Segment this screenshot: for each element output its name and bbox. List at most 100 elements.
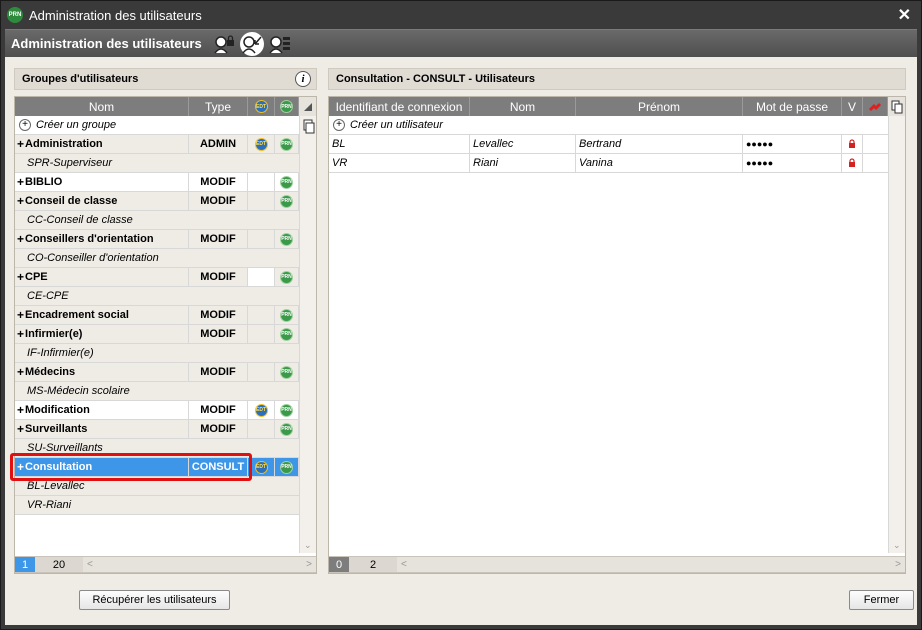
expand-plus-icon[interactable]: + [17, 270, 24, 284]
sort-corner[interactable] [299, 97, 316, 116]
expand-plus-icon[interactable]: + [17, 403, 24, 417]
user-identifiant: BL [329, 135, 470, 153]
app-logo-icon: PRN [7, 7, 23, 23]
lock-cell[interactable] [842, 154, 863, 172]
edt-cell[interactable] [248, 420, 275, 438]
users-copy-corner[interactable] [888, 97, 905, 116]
scroll-right-icon[interactable]: > [306, 559, 312, 570]
edt-cell[interactable] [248, 230, 275, 248]
users-page-current[interactable]: 0 [329, 557, 349, 572]
prn-cell[interactable]: PRN [275, 173, 299, 191]
group-row[interactable]: + Modification MODIF EDT PRN [15, 401, 299, 420]
scroll-right-icon[interactable]: > [895, 559, 901, 570]
user-lock-icon[interactable] [212, 32, 236, 56]
expand-plus-icon[interactable]: + [17, 137, 24, 151]
users-vertical-scrollbar[interactable]: ⌄ [888, 116, 905, 553]
user-row[interactable]: CO-Conseiller d'orientation [15, 249, 299, 268]
group-row[interactable]: + CPE MODIF PRN [15, 268, 299, 287]
groups-vertical-scrollbar[interactable]: ⌄ [299, 116, 316, 553]
col-header-v[interactable]: V [842, 97, 863, 116]
expand-plus-icon[interactable]: + [17, 365, 24, 379]
expand-plus-icon[interactable]: + [17, 422, 24, 436]
user-row[interactable]: BL Levallec Bertrand ●●●●● [329, 135, 888, 154]
prn-cell[interactable]: PRN [275, 325, 299, 343]
info-icon[interactable]: i [295, 71, 311, 87]
col-header-mot-de-passe[interactable]: Mot de passe [743, 97, 842, 116]
edt-cell[interactable] [248, 173, 275, 191]
close-icon[interactable]: ✕ [898, 5, 911, 25]
prn-cell[interactable]: PRN [275, 401, 299, 419]
user-transfer-icon[interactable] [239, 31, 264, 56]
prn-icon: PRN [280, 403, 293, 417]
group-row[interactable]: + Conseil de classe MODIF PRN [15, 192, 299, 211]
col-header-edt[interactable]: EDT [248, 97, 275, 116]
user-list-icon[interactable] [268, 32, 292, 56]
scroll-left-icon[interactable]: < [87, 559, 93, 570]
col-header-prenom[interactable]: Prénom [576, 97, 743, 116]
group-row[interactable]: + Encadrement social MODIF PRN [15, 306, 299, 325]
user-row[interactable]: VR-Riani [15, 496, 299, 515]
edt-cell[interactable]: EDT [248, 458, 275, 476]
groups-panel-title: Groupes d'utilisateurs [22, 73, 139, 85]
user-row[interactable]: CE-CPE [15, 287, 299, 306]
create-user-row[interactable]: + Créer un utilisateur [329, 116, 888, 135]
edt-cell[interactable] [248, 306, 275, 324]
add-circle-icon: + [333, 119, 345, 131]
scroll-left-icon[interactable]: < [401, 559, 407, 570]
add-circle-icon: + [19, 119, 31, 131]
prn-icon: PRN [280, 422, 293, 436]
edt-cell[interactable]: EDT [248, 401, 275, 419]
edt-cell[interactable]: EDT [248, 135, 275, 153]
prn-icon: PRN [280, 270, 293, 284]
expand-plus-icon[interactable]: + [17, 308, 24, 322]
recuperer-utilisateurs-button[interactable]: Récupérer les utilisateurs [79, 590, 230, 610]
users-pager: 0 2 < > [329, 556, 905, 573]
toolbar-title: Administration des utilisateurs [11, 36, 202, 51]
user-row[interactable]: SPR-Superviseur [15, 154, 299, 173]
group-name: Surveillants [25, 423, 88, 435]
prn-cell[interactable]: PRN [275, 458, 299, 476]
col-header-broken[interactable] [863, 97, 888, 116]
edt-cell[interactable] [248, 192, 275, 210]
scroll-down-icon[interactable]: ⌄ [893, 540, 901, 551]
prn-cell[interactable]: PRN [275, 420, 299, 438]
groups-page-total: 20 [35, 557, 83, 572]
col-header-nom[interactable]: Nom [15, 97, 189, 116]
group-row[interactable]: + BIBLIO MODIF PRN [15, 173, 299, 192]
lock-cell[interactable] [842, 135, 863, 153]
expand-plus-icon[interactable]: + [17, 194, 24, 208]
edt-cell[interactable] [248, 363, 275, 381]
edt-cell[interactable] [248, 325, 275, 343]
user-row[interactable]: MS-Médecin scolaire [15, 382, 299, 401]
prn-cell[interactable]: PRN [275, 135, 299, 153]
user-row[interactable]: IF-Infirmier(e) [15, 344, 299, 363]
col-header-identifiant[interactable]: Identifiant de connexion [329, 97, 470, 116]
prn-cell[interactable]: PRN [275, 306, 299, 324]
group-row[interactable]: + Médecins MODIF PRN [15, 363, 299, 382]
user-name: VR-Riani [15, 496, 299, 514]
create-group-row[interactable]: + Créer un groupe [15, 116, 299, 135]
prn-cell[interactable]: PRN [275, 268, 299, 286]
prn-cell[interactable]: PRN [275, 230, 299, 248]
group-row[interactable]: + Conseillers d'orientation MODIF PRN [15, 230, 299, 249]
expand-plus-icon[interactable]: + [17, 232, 24, 246]
scroll-down-icon[interactable]: ⌄ [304, 540, 312, 551]
group-name: Conseillers d'orientation [25, 233, 154, 245]
col-header-type[interactable]: Type [189, 97, 248, 116]
fermer-button[interactable]: Fermer [849, 590, 914, 610]
groups-page-current[interactable]: 1 [15, 557, 35, 572]
group-row[interactable]: + Surveillants MODIF PRN [15, 420, 299, 439]
expand-plus-icon[interactable]: + [17, 327, 24, 341]
col-header-prn[interactable]: PRN [275, 97, 299, 116]
prn-cell[interactable]: PRN [275, 192, 299, 210]
user-row[interactable]: CC-Conseil de classe [15, 211, 299, 230]
col-header-nom[interactable]: Nom [470, 97, 576, 116]
edt-cell[interactable] [248, 268, 275, 286]
prn-icon: PRN [280, 365, 293, 379]
group-row[interactable]: + Infirmier(e) MODIF PRN [15, 325, 299, 344]
group-type: ADMIN [189, 135, 248, 153]
prn-cell[interactable]: PRN [275, 363, 299, 381]
expand-plus-icon[interactable]: + [17, 175, 24, 189]
group-row[interactable]: + Administration ADMIN EDT PRN [15, 135, 299, 154]
user-row[interactable]: VR Riani Vanina ●●●●● [329, 154, 888, 173]
